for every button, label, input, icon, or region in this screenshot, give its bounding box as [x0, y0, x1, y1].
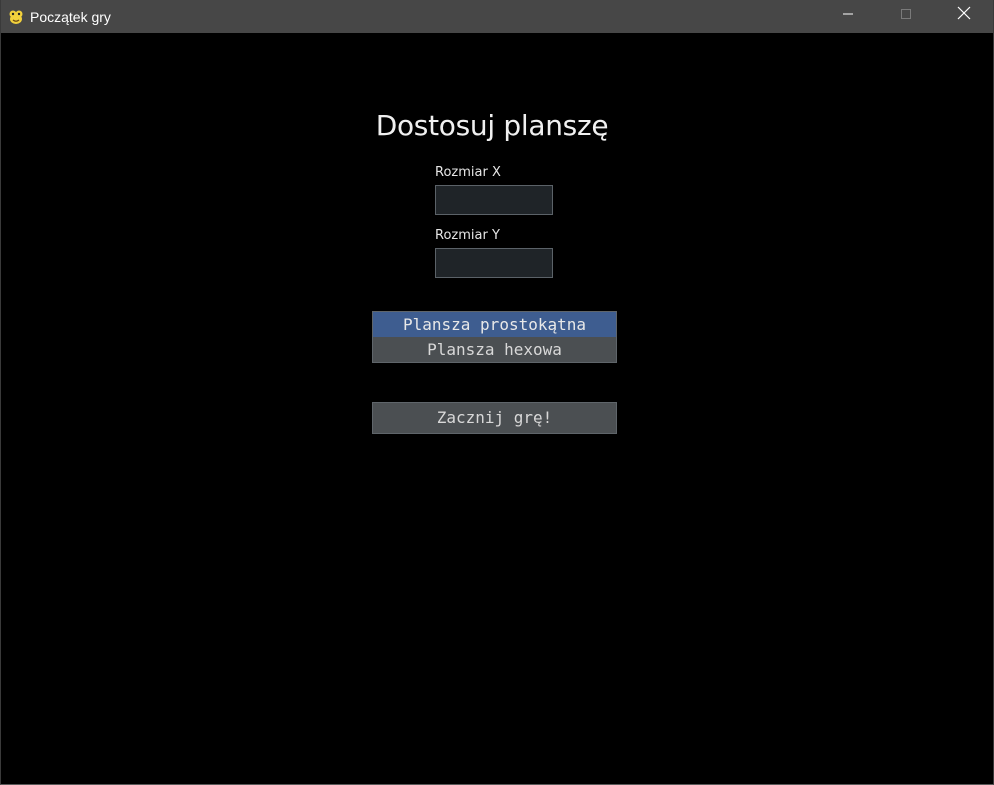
window-controls [819, 0, 993, 33]
size-y-label: Rozmiar Y [435, 228, 500, 243]
start-game-button[interactable]: Zacznij grę! [372, 402, 617, 434]
minimize-button[interactable] [819, 0, 877, 29]
board-option-hex[interactable]: Plansza hexowa [373, 337, 616, 362]
minimize-icon [842, 7, 854, 23]
size-y-input[interactable] [435, 248, 553, 278]
close-button[interactable] [935, 0, 993, 29]
app-window: Początek gry Dostosuj planszę Rozmiar X … [0, 0, 994, 785]
board-type-list: Plansza prostokątna Plansza hexowa [372, 311, 617, 363]
close-icon [957, 6, 971, 23]
title-bar[interactable]: Początek gry [1, 0, 993, 33]
size-x-label: Rozmiar X [435, 165, 501, 180]
board-option-rectangular[interactable]: Plansza prostokątna [373, 312, 616, 337]
page-title: Dostosuj planszę [375, 109, 609, 142]
maximize-icon [900, 7, 912, 23]
game-setup-panel: Dostosuj planszę Rozmiar X Rozmiar Y Pla… [1, 33, 993, 784]
maximize-button[interactable] [877, 0, 935, 29]
window-title: Początek gry [30, 8, 111, 25]
python-snake-icon [7, 8, 25, 26]
size-x-input[interactable] [435, 185, 553, 215]
